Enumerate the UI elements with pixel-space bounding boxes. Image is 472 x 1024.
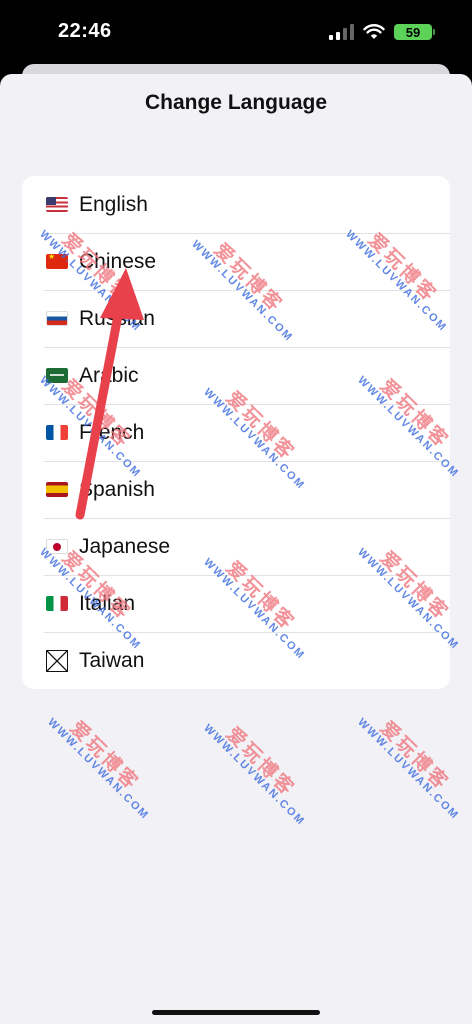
language-row-russian[interactable]: Russian (22, 290, 450, 347)
language-list: English Chinese Russian Arabic French Sp… (22, 176, 450, 689)
battery-icon: 59 (394, 24, 435, 40)
language-row-spanish[interactable]: Spanish (22, 461, 450, 518)
language-label: Japanese (79, 534, 171, 558)
status-time: 22:46 (58, 20, 112, 42)
change-language-sheet: Change Language English Chinese Russian … (0, 74, 472, 1024)
sa-flag-icon (46, 368, 68, 383)
language-label: Italian (79, 591, 136, 615)
language-label: Russian (79, 306, 155, 330)
us-flag-icon (46, 197, 68, 212)
language-row-english[interactable]: English (22, 176, 450, 233)
language-label: Taiwan (79, 648, 145, 672)
language-label: Chinese (79, 249, 157, 273)
language-row-japanese[interactable]: Japanese (22, 518, 450, 575)
wifi-icon (363, 24, 385, 39)
status-icons: 59 (329, 20, 435, 44)
jp-flag-icon (46, 539, 68, 554)
it-flag-icon (46, 596, 68, 611)
sheet-title: Change Language (144, 91, 328, 114)
language-row-arabic[interactable]: Arabic (22, 347, 450, 404)
language-row-taiwan[interactable]: Taiwan (22, 632, 450, 689)
missing-glyph-icon (46, 649, 68, 672)
language-row-italian[interactable]: Italian (22, 575, 450, 632)
language-row-chinese[interactable]: Chinese (22, 233, 450, 290)
home-indicator (152, 1010, 320, 1015)
language-label: English (79, 192, 148, 216)
language-row-french[interactable]: French (22, 404, 450, 461)
language-label: Spanish (79, 477, 155, 501)
battery-level: 59 (405, 24, 421, 40)
status-bar: 22:46 59 (0, 0, 472, 66)
language-label: Arabic (79, 363, 139, 387)
language-label: French (79, 420, 145, 444)
fr-flag-icon (46, 425, 68, 440)
es-flag-icon (46, 482, 68, 497)
cn-flag-icon (46, 254, 68, 269)
ru-flag-icon (46, 311, 68, 326)
cellular-signal-icon (329, 24, 354, 40)
